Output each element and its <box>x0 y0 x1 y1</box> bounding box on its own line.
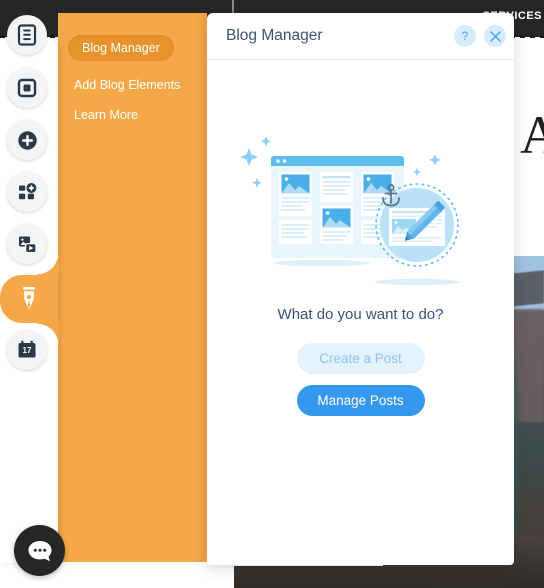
close-icon <box>489 30 501 42</box>
chat-bubble-icon <box>28 540 51 561</box>
pen-nib-icon <box>23 287 35 310</box>
manage-posts-button[interactable]: Manage Posts <box>296 385 425 416</box>
flyout-item-learn-more[interactable]: Learn More <box>74 108 138 122</box>
post-card <box>279 172 312 216</box>
prompt-text: What do you want to do? <box>277 306 444 323</box>
sidebar-item-apps[interactable] <box>7 172 47 212</box>
flyout-item-blog-manager[interactable]: Blog Manager <box>68 35 174 61</box>
post-card <box>320 172 353 202</box>
plus-circle-icon <box>17 130 37 150</box>
flyout-item-add-blog-elements[interactable]: Add Blog Elements <box>74 78 180 92</box>
dialog-header: Blog Manager ? <box>207 13 514 60</box>
create-post-button[interactable]: Create a Post <box>296 343 425 374</box>
calendar-icon: 17 <box>18 340 36 358</box>
section-icon <box>17 78 37 98</box>
dialog-body: What do you want to do? Create a Post Ma… <box>207 60 514 565</box>
post-card <box>320 206 353 244</box>
svg-text:17: 17 <box>23 346 32 355</box>
sidebar-item-blog[interactable] <box>0 253 59 345</box>
browser-window <box>271 156 404 258</box>
dialog-title: Blog Manager <box>226 27 323 44</box>
sidebar-item-section[interactable] <box>7 68 47 108</box>
help-button[interactable]: ? <box>454 25 476 47</box>
app-window: SERVICES A <box>0 0 544 588</box>
site-hero-heading: A <box>520 105 544 165</box>
blog-illustration <box>240 136 459 286</box>
blog-manager-dialog: Blog Manager ? What do you want to do? C… <box>207 13 514 565</box>
close-button[interactable] <box>484 25 506 47</box>
chat-widget-button[interactable] <box>14 525 65 576</box>
post-card <box>279 220 312 244</box>
question-mark-icon: ? <box>461 29 469 43</box>
sidebar-item-add[interactable] <box>7 120 47 160</box>
pages-icon <box>17 24 37 46</box>
sidebar-item-pages[interactable] <box>7 15 47 55</box>
shadow-right <box>375 278 459 286</box>
apps-add-icon <box>18 182 36 199</box>
media-icon <box>18 236 37 253</box>
shadow-left <box>274 259 370 267</box>
blog-flyout-menu: Blog Manager Add Blog Elements Learn Mor… <box>58 13 207 562</box>
